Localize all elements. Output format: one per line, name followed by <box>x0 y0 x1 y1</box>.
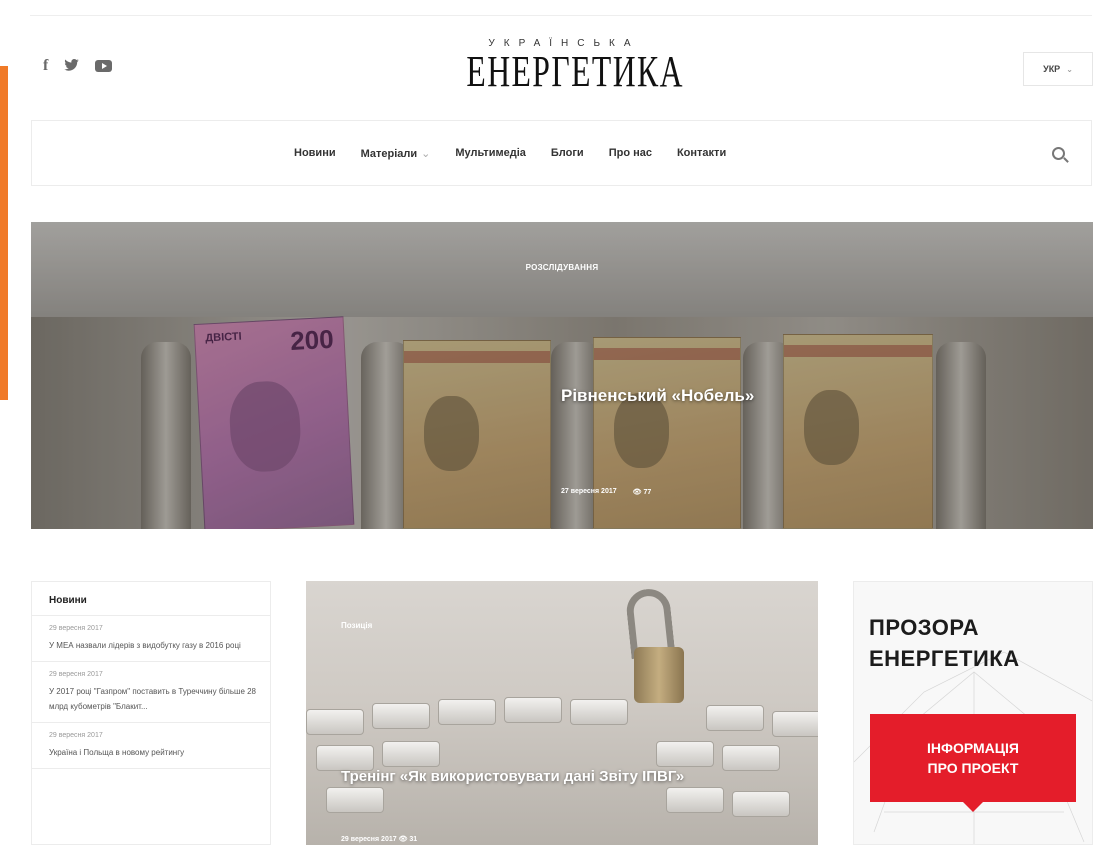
list-item[interactable]: 29 вересня 2017 Україна і Польща в новом… <box>32 723 270 769</box>
news-date: 29 вересня 2017 <box>49 625 103 632</box>
hero-date: 27 вересня 2017 <box>561 488 617 495</box>
top-divider <box>30 15 1092 16</box>
main-navigation: Новини Матеріали ⌄ Мультимедіа Блоги Про … <box>31 120 1092 186</box>
padlock-icon <box>634 647 684 703</box>
keyboard-key <box>372 703 430 729</box>
news-headline[interactable]: У МЕА назвали лідерів з видобутку газу в… <box>49 638 260 653</box>
keyboard-key <box>772 711 818 737</box>
youtube-icon[interactable] <box>95 60 113 72</box>
chevron-down-icon: ⌄ <box>421 147 431 160</box>
news-headline[interactable]: У 2017 році "Газпром" поставить в Туречч… <box>49 684 260 714</box>
project-info-line2: ПРО ПРОЕКТ <box>927 760 1019 776</box>
promo-title-line1: ПРОЗОРА <box>869 615 980 640</box>
news-widget: Новини 29 вересня 2017 У МЕА назвали лід… <box>31 581 271 845</box>
featured-article[interactable]: Позиція Тренінг «Як використовувати дані… <box>306 581 818 845</box>
news-date: 29 вересня 2017 <box>49 671 103 678</box>
news-headline[interactable]: Україна і Польща в новому рейтингу <box>49 745 260 760</box>
social-links: f <box>43 58 113 74</box>
nav-item-contacts[interactable]: Контакти <box>677 147 726 159</box>
news-date: 29 вересня 2017 <box>49 732 103 739</box>
keyboard-key <box>382 741 440 767</box>
chevron-down-icon: ⌄ <box>1066 64 1073 74</box>
nav-item-blogs[interactable]: Блоги <box>551 147 584 159</box>
hero-views: 👁 77 <box>632 489 652 496</box>
keyboard-key <box>706 705 764 731</box>
site-logo[interactable]: УКРАЇНСЬКА ЕНЕРГЕТИКА <box>430 38 690 94</box>
list-item[interactable]: 29 вересня 2017 У 2017 році "Газпром" по… <box>32 662 270 723</box>
side-accent-bar <box>0 66 8 400</box>
language-select[interactable]: УКР ⌄ <box>1023 52 1093 86</box>
keyboard-key <box>570 699 628 725</box>
twitter-icon[interactable] <box>64 58 80 74</box>
list-item[interactable]: 29 вересня 2017 У МЕА назвали лідерів з … <box>32 616 270 662</box>
logo-title: ЕНЕРГЕТИКА <box>466 47 684 96</box>
nav-item-multimedia[interactable]: Мультимедіа <box>455 147 525 159</box>
featured-title[interactable]: Тренінг «Як використовувати дані Звіту І… <box>341 766 791 787</box>
nav-item-materials-label: Матеріали <box>360 147 418 160</box>
nav-item-materials[interactable]: Матеріали ⌄ <box>361 147 431 160</box>
keyboard-key <box>666 787 724 813</box>
nav-item-news[interactable]: Новини <box>294 147 336 159</box>
project-info-button[interactable]: ІНФОРМАЦІЯ ПРО ПРОЕКТ <box>870 714 1076 812</box>
hero-title[interactable]: Рівненський «Нобель» <box>561 386 754 406</box>
keyboard-key <box>732 791 790 817</box>
keyboard-key <box>656 741 714 767</box>
hero-category[interactable]: РОЗСЛІДУВАННЯ <box>31 263 1093 272</box>
featured-meta: 29 вересня 2017 👁 31 <box>341 836 418 843</box>
news-widget-title[interactable]: Новини <box>32 582 270 616</box>
promo-title: ПРОЗОРА ЕНЕРГЕТИКА <box>869 612 1020 674</box>
facebook-icon[interactable]: f <box>43 58 48 74</box>
search-icon[interactable] <box>1052 147 1065 160</box>
promo-title-line2: ЕНЕРГЕТИКА <box>869 646 1020 671</box>
hero-meta: 27 вересня 2017 👁 77 <box>561 488 651 496</box>
keyboard-key <box>306 709 364 735</box>
project-info-line1: ІНФОРМАЦІЯ <box>927 740 1019 756</box>
hero-article[interactable]: ДВІСТІ 200 РОЗСЛІДУВАННЯ Рівненський «Но… <box>31 222 1093 529</box>
keyboard-key <box>504 697 562 723</box>
keyboard-key <box>326 787 384 813</box>
language-value: УКР <box>1043 64 1061 74</box>
nav-item-about[interactable]: Про нас <box>609 147 652 159</box>
featured-category[interactable]: Позиція <box>341 621 372 630</box>
promo-banner[interactable]: ПРОЗОРА ЕНЕРГЕТИКА ІНФОРМАЦІЯ ПРО ПРОЕКТ <box>853 581 1093 845</box>
keyboard-key <box>438 699 496 725</box>
